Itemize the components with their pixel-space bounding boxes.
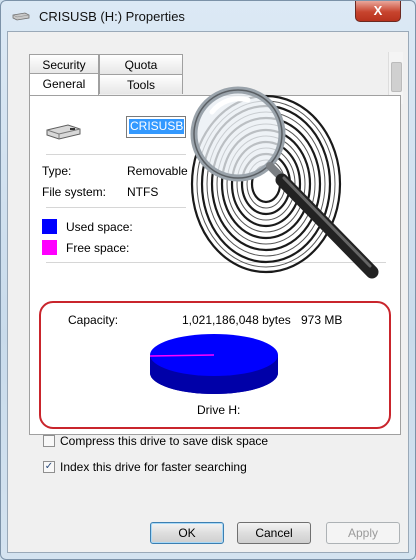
tab-quota[interactable]: Quota [99, 54, 183, 74]
scrollbar-thumb[interactable] [391, 62, 402, 92]
drive-name-input[interactable]: CRISUSB [126, 116, 186, 138]
compress-checkbox[interactable] [43, 435, 55, 447]
tab-general[interactable]: General [29, 73, 99, 95]
disk-usage-pie [149, 334, 278, 394]
apply-button[interactable]: Apply [326, 522, 400, 544]
divider [46, 207, 186, 208]
divider [46, 154, 186, 155]
title-bar[interactable]: CRISUSB (H:) Properties X [1, 1, 415, 31]
drive-name-value: CRISUSB [129, 119, 185, 134]
file-system-value: NTFS [127, 185, 159, 199]
ok-button[interactable]: OK [150, 522, 224, 544]
tab-tools[interactable]: Tools [99, 74, 183, 94]
capacity-label: Capacity: [68, 313, 119, 327]
tab-security[interactable]: Security [29, 54, 99, 74]
usb-drive-icon [12, 12, 30, 21]
type-label: Type: [42, 164, 72, 178]
fingerprint-magnifier-icon [190, 86, 379, 279]
file-system-label: File system: [42, 185, 107, 199]
capacity-size: 973 MB [301, 313, 343, 327]
compress-label: Compress this drive to save disk space [60, 434, 269, 448]
drive-letter-label: Drive H: [197, 403, 241, 417]
cancel-button[interactable]: Cancel [237, 522, 311, 544]
dialog-client: Security Quota General Tools CRISUSB Typ… [7, 31, 409, 553]
free-space-label: Free space: [66, 241, 130, 255]
capacity-highlight: Capacity: 1,021,186,048 bytes 973 MB Dri… [39, 301, 391, 429]
capacity-bytes: 1,021,186,048 bytes [182, 313, 291, 327]
used-space-swatch [42, 219, 57, 234]
close-button[interactable]: X [355, 1, 401, 22]
free-space-swatch [42, 240, 57, 255]
index-checkbox[interactable]: ✓ [43, 461, 55, 473]
used-space-label: Used space: [66, 220, 133, 234]
properties-window: CRISUSB (H:) Properties X Security Quota… [0, 0, 416, 560]
index-label: Index this drive for faster searching [60, 460, 247, 474]
pie-free-slice [149, 354, 215, 357]
usb-drive-icon [46, 124, 81, 140]
window-title: CRISUSB (H:) Properties [39, 9, 185, 24]
